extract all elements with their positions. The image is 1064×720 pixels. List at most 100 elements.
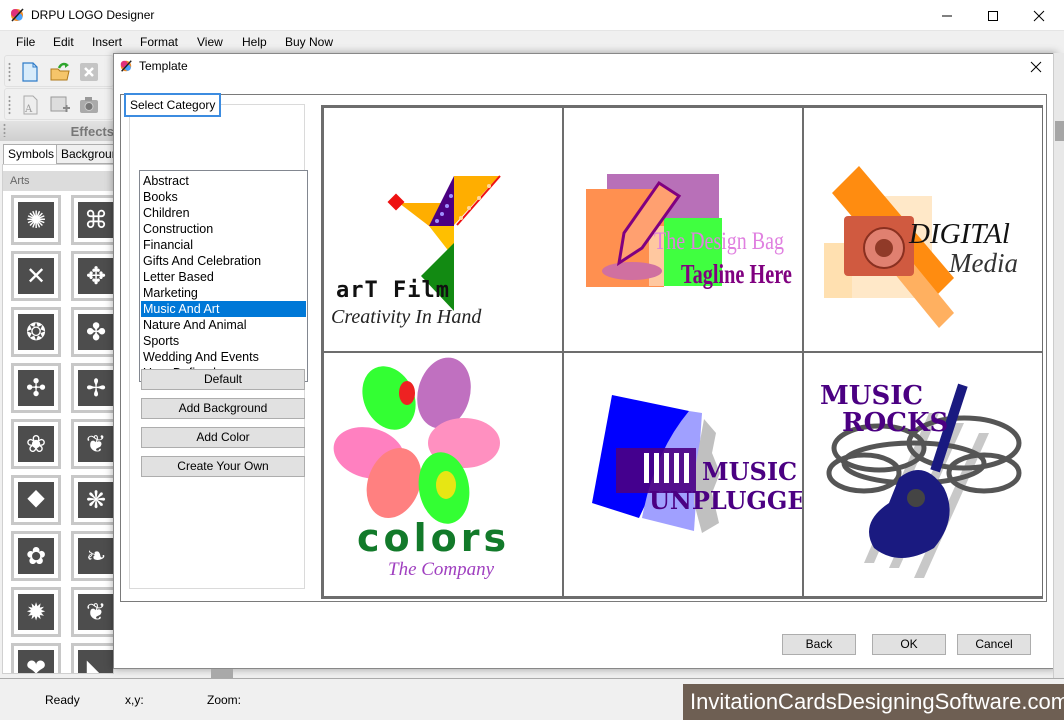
symbol-wave-scroll[interactable]: ❦	[71, 587, 113, 637]
status-ready: Ready	[45, 693, 80, 707]
symbol-scroll[interactable]: ❦	[71, 419, 113, 469]
ok-button[interactable]: OK	[872, 634, 946, 655]
add-color-button[interactable]: Add Color	[141, 427, 305, 448]
menu-edit[interactable]: Edit	[53, 35, 74, 49]
category-item[interactable]: Books	[141, 189, 306, 205]
close-window-button[interactable]	[1016, 0, 1062, 31]
template-colors[interactable]: colors The Company	[323, 352, 563, 597]
status-zoom-label: Zoom:	[207, 693, 242, 707]
template-grid: arT Film Creativity In Hand The Design B…	[321, 105, 1043, 599]
menu-insert[interactable]: Insert	[92, 35, 122, 49]
effects-tabs: Symbols Backgrour	[0, 142, 114, 164]
oval-knot-icon: ❂	[18, 314, 54, 350]
template-tagline: The Company	[388, 559, 495, 580]
category-item[interactable]: Letter Based	[141, 269, 306, 285]
template-digital-media[interactable]: DIGITAl Media	[803, 107, 1043, 352]
dialog-title-bar: Template	[114, 54, 1056, 80]
scrollbar-thumb[interactable]	[1055, 121, 1064, 141]
category-item[interactable]: Nature And Animal	[141, 317, 306, 333]
add-text-icon[interactable]: A	[19, 94, 41, 116]
dialog-close-button[interactable]	[1021, 56, 1051, 78]
effects-title: Effects	[70, 124, 114, 139]
symbol-x-lattice[interactable]: ✕	[11, 251, 61, 301]
template-design-bag[interactable]: The Design Bag Tagline Here	[563, 107, 803, 352]
category-item[interactable]: Construction	[141, 221, 306, 237]
template-music-unplugged[interactable]: MUSIC UNPLUGGED	[563, 352, 803, 597]
category-item[interactable]: Gifts And Celebration	[141, 253, 306, 269]
template-title: The Design Bag	[654, 228, 784, 255]
scroll-icon: ❦	[78, 426, 113, 462]
splitter-grip[interactable]	[211, 669, 233, 678]
symbol-diamond-cross[interactable]: ✥	[71, 251, 113, 301]
minimize-button[interactable]	[924, 0, 970, 31]
close-icon	[1030, 61, 1042, 73]
tab-symbols[interactable]: Symbols	[3, 144, 60, 164]
category-item[interactable]: Wedding And Events	[141, 349, 306, 365]
category-list[interactable]: Abstract Books Children Construction Financi…	[139, 170, 308, 382]
vertical-scrollbar[interactable]	[1053, 53, 1064, 680]
arc-ornament-icon: ◣	[78, 650, 113, 673]
category-item[interactable]: Marketing	[141, 285, 306, 301]
category-item[interactable]: Children	[141, 205, 306, 221]
symbol-cross-petal[interactable]: ✣	[11, 363, 61, 413]
menu-buy-now[interactable]: Buy Now	[285, 35, 333, 49]
heart-knot-icon: ❤	[18, 650, 54, 673]
open-folder-icon[interactable]	[49, 61, 71, 83]
symbol-mandala[interactable]: ✹	[11, 587, 61, 637]
status-coordinates-label: x,y:	[125, 693, 144, 707]
maximize-icon	[988, 10, 998, 21]
minimize-icon	[942, 15, 952, 16]
cancel-button[interactable]: Cancel	[957, 634, 1031, 655]
lotus-icon: ❀	[18, 426, 54, 462]
toolbar-grip[interactable]	[8, 95, 11, 115]
template-title-text: colors	[357, 516, 511, 560]
new-file-icon[interactable]	[19, 61, 41, 83]
template-tagline: ROCKS	[842, 408, 949, 438]
symbol-diamond-fan[interactable]: ✿	[11, 531, 61, 581]
camera-icon[interactable]	[78, 94, 100, 116]
menu-file[interactable]: File	[16, 35, 35, 49]
symbol-square-knot[interactable]: ⌘	[71, 195, 113, 245]
symbol-arc-ornament[interactable]: ◣	[71, 643, 113, 673]
square-knot-icon: ⌘	[78, 202, 113, 238]
close-file-icon[interactable]	[78, 61, 100, 83]
symbol-lotus[interactable]: ❀	[11, 419, 61, 469]
template-art-film[interactable]: arT Film Creativity In Hand	[323, 107, 563, 352]
symbol-diamond-leaf[interactable]: ⯁	[11, 475, 61, 525]
back-button[interactable]: Back	[782, 634, 856, 655]
template-tagline: Media	[949, 248, 1018, 278]
tab-backgrounds[interactable]: Backgrour	[56, 144, 114, 164]
app-logo-icon	[120, 60, 132, 72]
template-tagline: Creativity In Hand	[331, 306, 482, 328]
panel-grip[interactable]	[3, 123, 6, 137]
tree-ornament-icon: ❧	[78, 538, 113, 574]
menu-view[interactable]: View	[197, 35, 223, 49]
app-title: DRPU LOGO Designer	[31, 8, 155, 22]
symbol-tree-ornament[interactable]: ❧	[71, 531, 113, 581]
diamond-cross-icon: ✥	[78, 258, 113, 294]
mandala-icon: ✹	[18, 594, 54, 630]
add-background-button[interactable]: Add Background	[141, 398, 305, 419]
menu-format[interactable]: Format	[140, 35, 178, 49]
menu-bar: File Edit Insert Format View Help Buy No…	[0, 31, 1064, 53]
category-item[interactable]: Abstract	[141, 173, 306, 189]
category-item[interactable]: Sports	[141, 333, 306, 349]
menu-help[interactable]: Help	[242, 35, 267, 49]
maximize-button[interactable]	[970, 0, 1016, 31]
create-your-own-button[interactable]: Create Your Own	[141, 456, 305, 477]
symbol-oval-knot[interactable]: ❂	[11, 307, 61, 357]
default-button[interactable]: Default	[141, 369, 305, 390]
category-item[interactable]: Financial	[141, 237, 306, 253]
template-title: DIGITAl	[909, 218, 1010, 250]
symbol-fan-shell[interactable]: ❋	[71, 475, 113, 525]
symbol-triskelion[interactable]: ✺	[11, 195, 61, 245]
template-music-rocks[interactable]: MUSIC ROCKS	[803, 352, 1043, 597]
category-item[interactable]: Music And Art	[141, 301, 306, 317]
symbol-heart-knot[interactable]: ❤	[11, 643, 61, 673]
toolbar-grip[interactable]	[8, 62, 11, 82]
file-toolbar	[4, 55, 114, 87]
symbol-swirl-dots[interactable]: ✢	[71, 363, 113, 413]
dialog-content: Abstract Books Children Construction Financi…	[120, 94, 1047, 602]
add-image-icon[interactable]	[49, 94, 71, 116]
symbol-circle-knot[interactable]: ✤	[71, 307, 113, 357]
